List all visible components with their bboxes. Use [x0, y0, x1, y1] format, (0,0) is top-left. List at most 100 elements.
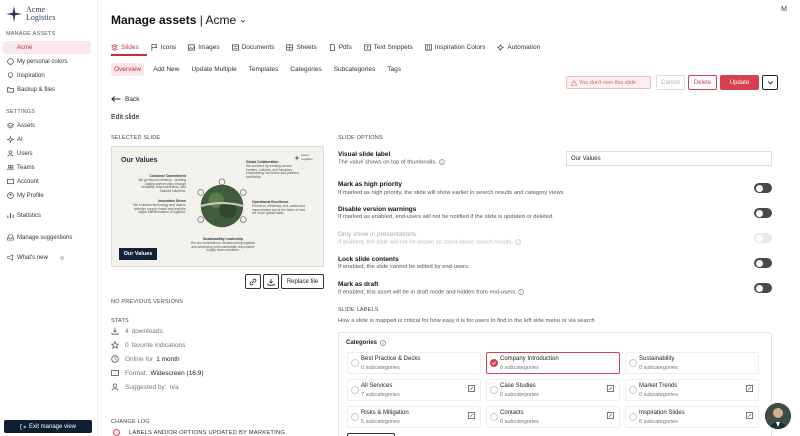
stat-downloads: 4 downloads — [111, 327, 163, 335]
sidebar-item-personal-colors[interactable]: My personal colors — [3, 55, 91, 68]
cancel-button[interactable]: Cancel — [656, 75, 685, 90]
category-sustainability[interactable]: Sustainability 0 subcategories — [625, 352, 759, 374]
download-button[interactable] — [263, 274, 279, 289]
link-icon — [249, 278, 257, 285]
sidebar-item-ai[interactable]: AI — [3, 133, 91, 146]
update-button[interactable]: Update — [720, 75, 759, 90]
support-agent-avatar[interactable] — [765, 403, 791, 429]
sidebar-item-statistics[interactable]: Statistics — [3, 209, 91, 222]
category-checkbox[interactable] — [490, 386, 498, 394]
tab-documents[interactable]: Documents — [231, 41, 274, 53]
sidebar-item-users[interactable]: Users — [3, 147, 91, 160]
lightbulb-icon — [7, 72, 14, 79]
tab-text-snippets[interactable]: Text Snippets — [363, 41, 413, 53]
tab-icons[interactable]: Icons — [151, 41, 176, 53]
category-checkbox[interactable] — [351, 359, 359, 367]
edit-subcategories-icon[interactable] — [607, 412, 614, 419]
folder-icon — [7, 87, 14, 93]
visual-label-desc: The value shows on top of thumbnails. — [338, 159, 445, 166]
exit-manage-view-button[interactable]: Exit manage view — [4, 420, 92, 433]
image-icon — [188, 44, 196, 50]
sidebar-item-teams[interactable]: Teams — [3, 161, 91, 174]
edit-subcategories-icon[interactable] — [468, 385, 475, 392]
profile-icon — [7, 192, 14, 199]
category-risks-mitigation[interactable]: Risks & Mitigation 5 subcategories — [347, 406, 481, 428]
delete-button[interactable]: Delete — [688, 75, 717, 90]
user-icon — [111, 383, 119, 391]
categories-label: Categories — [346, 340, 386, 346]
new-dot-indicator — [60, 256, 64, 260]
subtab-update-multiple[interactable]: Update Multiple — [188, 63, 239, 76]
logo[interactable]: Acme Logistics — [6, 6, 55, 22]
tab-sheets[interactable]: Sheets — [286, 41, 317, 53]
workspace-switcher[interactable]: Acme — [206, 13, 246, 27]
subtab-templates[interactable]: Templates — [246, 63, 282, 76]
category-checkbox[interactable] — [629, 386, 637, 394]
category-company-introduction[interactable]: Company Introduction 0 subcategories — [486, 352, 620, 374]
mark-as-draft-toggle[interactable] — [754, 283, 772, 293]
flag-icon — [151, 43, 158, 51]
category-checkbox[interactable] — [629, 359, 637, 367]
category-contacts[interactable]: Contacts 0 subcategories — [486, 406, 620, 428]
subtab-overview[interactable]: Overview — [111, 63, 145, 76]
sidebar-item-backup[interactable]: Backup & files — [3, 83, 91, 96]
visual-label-title: Visual slide label — [338, 151, 391, 158]
category-checkbox[interactable] — [351, 386, 359, 394]
option-desc: If enabled, the slide cannot be edited b… — [338, 264, 470, 270]
subtab-categories[interactable]: Categories — [287, 63, 324, 76]
subtab-tags[interactable]: Tags — [384, 63, 404, 76]
sidebar-item-account[interactable]: Account — [3, 175, 91, 188]
slide-value-3: Innovation Driven We embrace technology a… — [133, 199, 186, 215]
user-avatar-initial[interactable]: M — [778, 4, 790, 16]
tab-automation[interactable]: Automation — [497, 41, 540, 53]
sidebar-item-my-profile[interactable]: My Profile — [3, 189, 91, 202]
tab-pdfs[interactable]: Pdfs — [329, 41, 352, 53]
replace-file-button[interactable]: Replace file — [281, 274, 324, 289]
document-icon — [231, 44, 239, 50]
sidebar-item-inspiration[interactable]: Inspiration — [3, 69, 91, 82]
sidebar-item-whats-new[interactable]: What's new — [3, 251, 91, 264]
palette-icon — [7, 58, 14, 65]
edit-subcategories-icon[interactable] — [607, 385, 614, 392]
category-case-studies[interactable]: Case Studies 0 subcategories — [486, 379, 620, 401]
option-desc: If marked as enabled, end-users will not… — [338, 214, 554, 220]
category-checkbox[interactable] — [351, 413, 359, 421]
info-icon — [438, 159, 445, 165]
star-logo-icon — [6, 6, 22, 22]
edit-subcategories-icon[interactable] — [468, 412, 475, 419]
lock-slide-contents-toggle[interactable] — [754, 258, 772, 268]
category-inspiration-slides[interactable]: Inspiration Slides 6 subcategories — [625, 406, 759, 428]
sidebar-item-manage-suggestions[interactable]: Manage suggestions — [3, 231, 91, 244]
automation-icon — [497, 43, 504, 51]
edit-subcategories-icon[interactable] — [746, 412, 753, 419]
chevron-down-icon — [240, 19, 245, 23]
slide-options-heading: SLIDE OPTIONS — [338, 135, 383, 141]
tab-images[interactable]: Images — [188, 41, 220, 53]
categories-panel: Categories Best Practice & Decks 0 subca… — [338, 332, 772, 436]
slide-value-5: Sustainability Leadership We are committe… — [190, 237, 256, 253]
subtab-add-new[interactable]: Add New — [150, 63, 182, 76]
sidebar-item-acme[interactable]: Acme — [3, 41, 91, 54]
info-icon — [380, 340, 386, 346]
selected-slide-heading: SELECTED SLIDE — [111, 135, 161, 141]
tab-slides[interactable]: Slides — [111, 41, 139, 53]
disable-version-warnings-toggle[interactable] — [754, 208, 772, 218]
category-checkbox-checked[interactable] — [490, 359, 498, 367]
subtab-subcategories[interactable]: Subcategories — [331, 63, 379, 76]
category-market-trends[interactable]: Market Trends 0 subcategories — [625, 379, 759, 401]
category-checkbox[interactable] — [490, 413, 498, 421]
edit-subcategories-icon[interactable] — [746, 385, 753, 392]
copy-link-button[interactable] — [245, 274, 261, 289]
back-link[interactable]: Back — [111, 95, 139, 103]
slide-labels-heading: SLIDE LABELS — [338, 307, 379, 313]
only-show-in-presentations-toggle[interactable] — [754, 233, 772, 243]
sidebar-item-assets[interactable]: Assets — [3, 119, 91, 132]
category-checkbox[interactable] — [629, 413, 637, 421]
category-best-practice[interactable]: Best Practice & Decks 0 subcategories — [347, 352, 481, 374]
tab-inspiration-colors[interactable]: Inspiration Colors — [424, 41, 485, 53]
more-actions-button[interactable] — [762, 75, 778, 90]
stats-heading: STATS — [111, 318, 129, 324]
visual-label-input[interactable]: Our Values — [566, 151, 772, 166]
category-all-services[interactable]: All Services 7 subcategories — [347, 379, 481, 401]
high-priority-toggle[interactable] — [754, 183, 772, 193]
